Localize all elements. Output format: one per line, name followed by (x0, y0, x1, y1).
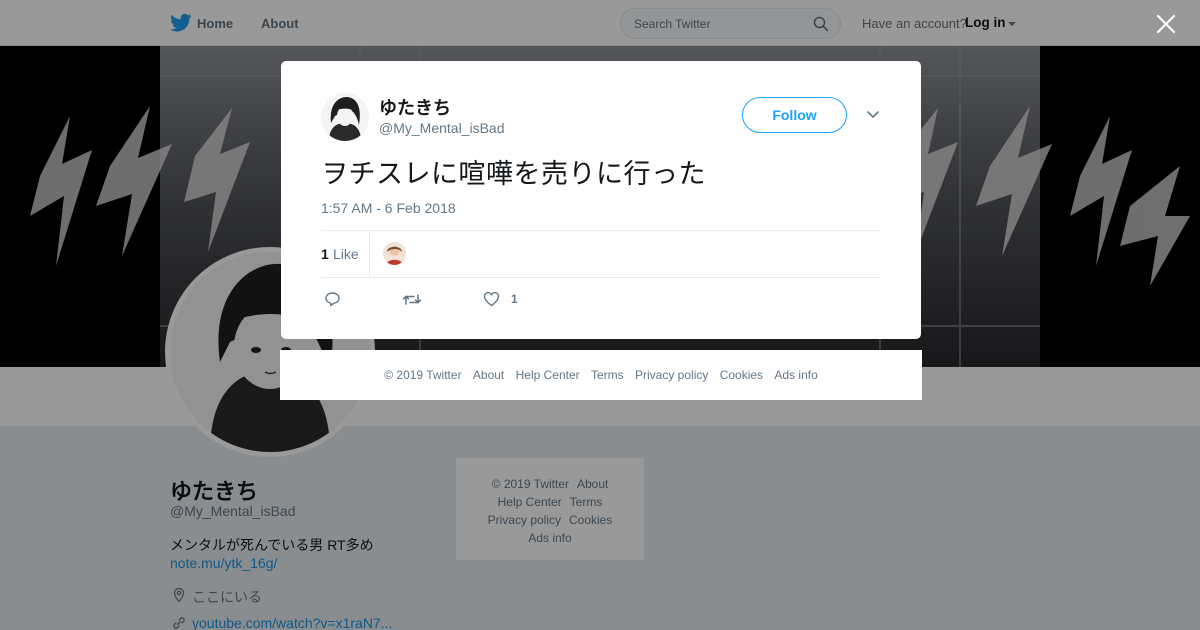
tweet-author-name[interactable]: ゆたきち (379, 94, 451, 120)
tweet-timestamp[interactable]: 1:57 AM - 6 Feb 2018 (321, 200, 456, 216)
heart-icon[interactable] (483, 291, 500, 307)
footer-privacy-link[interactable]: Privacy policy (635, 368, 708, 382)
reply-icon[interactable] (324, 291, 341, 307)
tweet-modal: ゆたきち @My_Mental_isBad Follow ヲチスレに喧嘩を売りに… (281, 61, 921, 339)
modal-footer: © 2019 Twitter About Help Center Terms P… (280, 350, 922, 400)
close-icon[interactable] (1156, 14, 1176, 34)
divider (321, 230, 881, 231)
follow-button[interactable]: Follow (742, 97, 847, 133)
retweet-icon[interactable] (402, 292, 422, 307)
liker-avatar[interactable] (383, 242, 406, 265)
likes-label[interactable]: Like (333, 246, 359, 262)
footer-copyright: © 2019 Twitter (384, 368, 462, 382)
divider (321, 277, 881, 278)
likes-count[interactable]: 1 (321, 246, 329, 262)
footer-help-link[interactable]: Help Center (516, 368, 580, 382)
footer-about-link[interactable]: About (473, 368, 504, 382)
footer-terms-link[interactable]: Terms (591, 368, 624, 382)
like-action-count: 1 (511, 292, 518, 306)
tweet-text: ヲチスレに喧嘩を売りに行った (321, 159, 706, 189)
footer-cookies-link[interactable]: Cookies (720, 368, 763, 382)
tweet-author-avatar[interactable] (321, 93, 369, 141)
chevron-down-icon[interactable] (866, 109, 880, 121)
tweet-author-handle[interactable]: @My_Mental_isBad (379, 120, 505, 136)
footer-ads-link[interactable]: Ads info (774, 368, 817, 382)
divider-vertical (369, 231, 370, 277)
